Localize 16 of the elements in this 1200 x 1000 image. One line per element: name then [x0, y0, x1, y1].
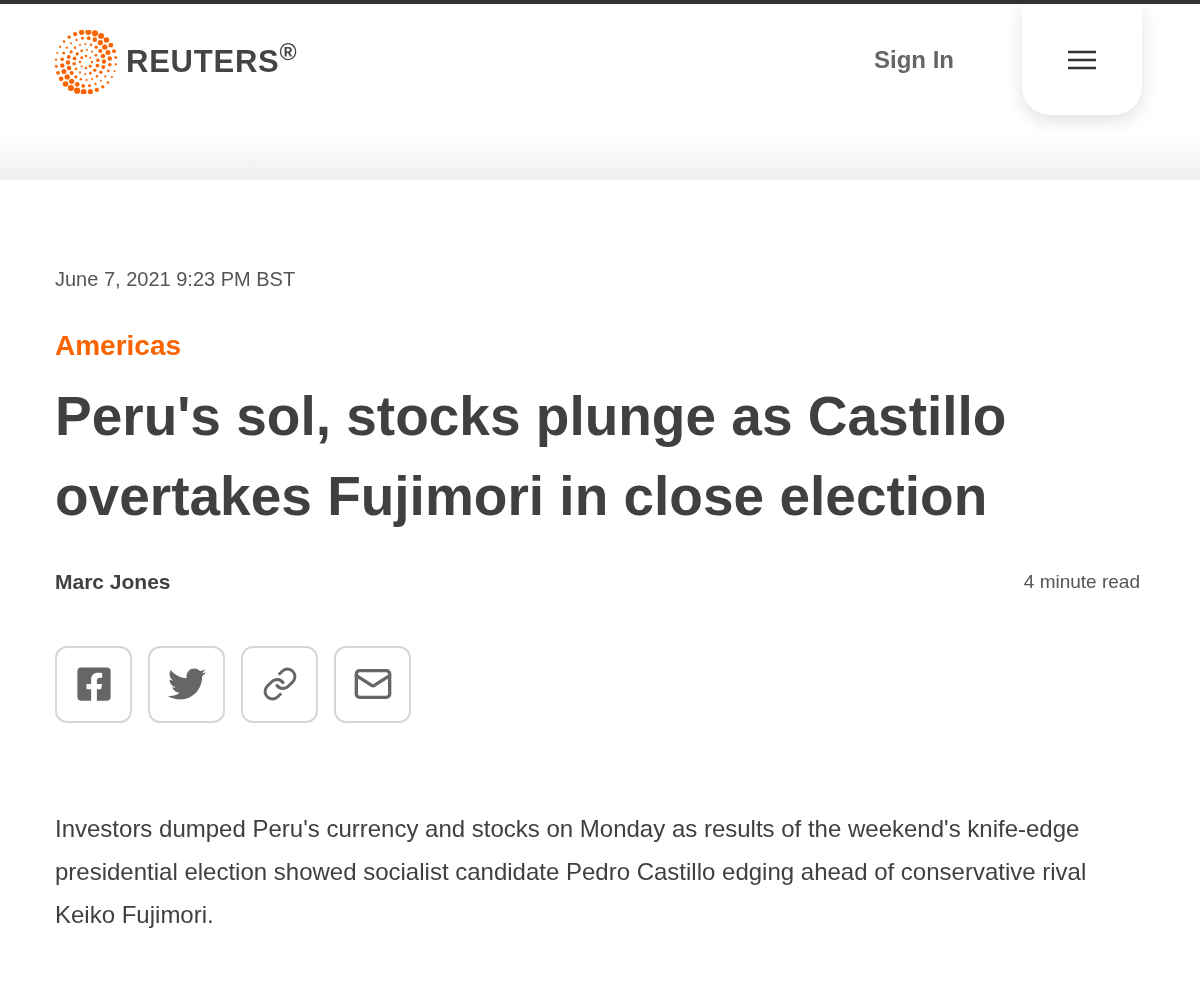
share-button[interactable]	[334, 645, 411, 723]
article-paragraph: Investors dumped Peru's currency and stocks on Monday as results of the weekend's knife-edge presidential election showed socialist candidate Pedro Castillo edging ahead of conservative rival Keiko Fujimori.	[55, 813, 1088, 930]
publish-date: June 7, 2021 9:23 PM BST	[55, 267, 297, 292]
menu-icon	[1067, 49, 1097, 70]
link-icon	[261, 666, 298, 702]
share-button[interactable]	[241, 645, 318, 723]
section-link[interactable]: Americas	[55, 328, 182, 364]
share-button[interactable]	[148, 645, 225, 723]
facebook-icon	[74, 665, 113, 703]
share-button[interactable]	[55, 645, 132, 723]
headline: Peru's sol, stocks plunge as Castillo overtakes Fujimori in close election	[55, 384, 1008, 529]
logo-icon	[54, 30, 118, 94]
sign-in-link[interactable]: Sign In	[874, 42, 954, 78]
author-name[interactable]: Marc Jones	[55, 566, 171, 598]
read-time: 4 minute read	[1023, 569, 1140, 594]
brand-name: REUTERS$^{®}$	[126, 38, 298, 81]
